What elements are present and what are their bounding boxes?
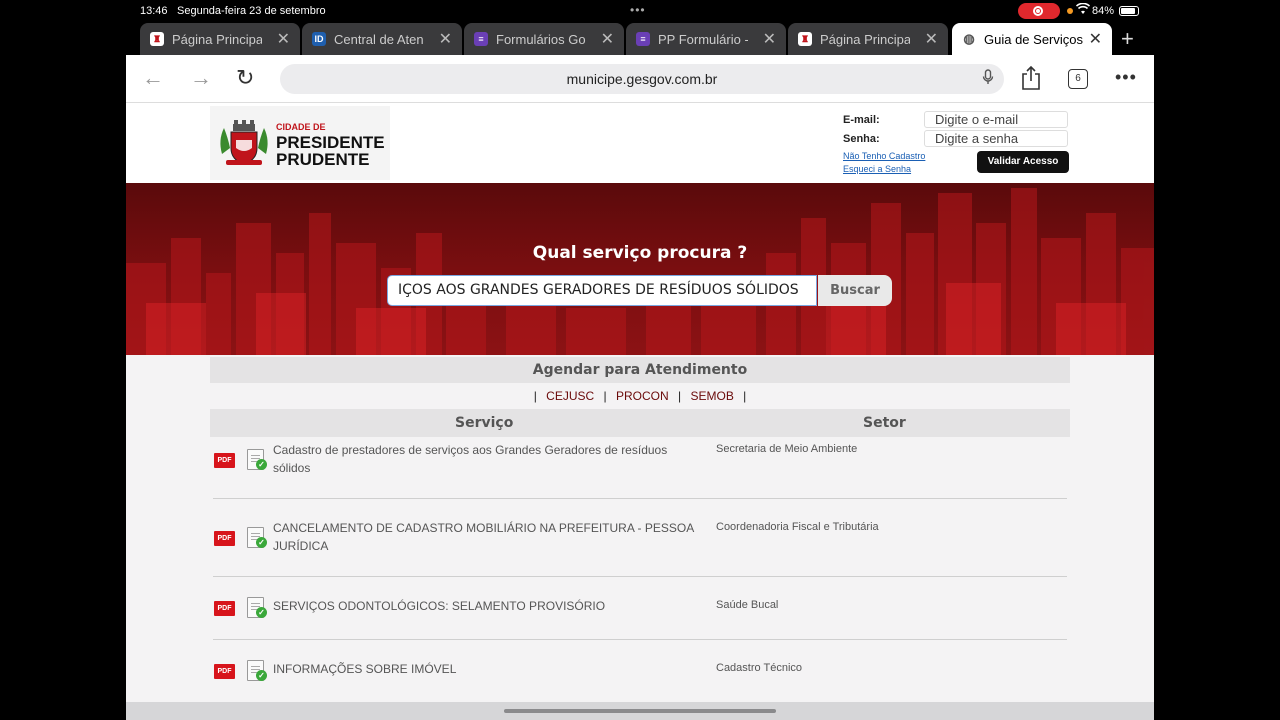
wifi-icon [1075, 2, 1091, 18]
tab-overview-icon[interactable]: 6 [1068, 69, 1088, 89]
forgot-password-link[interactable]: Esqueci a Senha [843, 164, 911, 174]
address-bar[interactable]: municipe.gesgov.com.br [280, 64, 1004, 94]
service-search-input[interactable]: IÇOS AOS GRANDES GERADORES DE RESÍDUOS S… [387, 275, 817, 306]
table-row[interactable]: PDF ✓ Cadastro de prestadores de serviço… [210, 441, 1070, 491]
reload-icon[interactable]: ↻ [236, 65, 254, 91]
tab-formularios-google[interactable]: ≡ Formulários Goog ✕ [464, 23, 624, 55]
check-icon: ✓ [256, 459, 267, 470]
forms-icon: ≡ [474, 32, 488, 46]
address-toolbar: ← → ↻ municipe.gesgov.com.br 6 ••• [126, 55, 1154, 103]
password-field[interactable]: Digite a senha [924, 130, 1068, 147]
column-header-setor: Setor [863, 415, 906, 431]
url-text: municipe.gesgov.com.br [566, 71, 718, 87]
service-sector: Coordenadoria Fiscal e Tributária [716, 521, 879, 533]
link-procon[interactable]: PROCON [616, 389, 669, 403]
pdf-icon[interactable]: PDF [214, 453, 235, 468]
service-sector: Secretaria de Meio Ambiente [716, 443, 858, 455]
close-icon[interactable]: ✕ [925, 29, 938, 49]
service-name[interactable]: CANCELAMENTO DE CADASTRO MOBILIÁRIO NA P… [273, 519, 703, 555]
status-bar: 13:46 Segunda-feira 23 de setembro ••• 8… [126, 0, 1154, 22]
schedule-links: | CEJUSC | PROCON | SEMOB | [533, 389, 747, 403]
tab-label: Guia de Serviços [984, 32, 1083, 47]
tab-label: Central de Atendi [334, 32, 424, 47]
microphone-icon[interactable] [982, 69, 994, 88]
city-logo[interactable]: CIDADE DE PRESIDENTE PRUDENTE [210, 106, 390, 180]
link-semob[interactable]: SEMOB [690, 389, 733, 403]
mic-indicator-icon [1067, 8, 1073, 14]
check-icon: ✓ [256, 670, 267, 681]
search-button[interactable]: Buscar [818, 275, 892, 306]
battery-percent: 84% [1092, 5, 1115, 17]
check-icon: ✓ [256, 537, 267, 548]
tab-label: Formulários Goog [496, 32, 586, 47]
browser-screen: 13:46 Segunda-feira 23 de setembro ••• 8… [126, 0, 1154, 720]
logo-line-2: PRESIDENTE [276, 133, 385, 152]
status-date: Segunda-feira 23 de setembro [177, 5, 326, 17]
site-crest-icon: ♜ [798, 32, 812, 46]
row-divider [213, 576, 1067, 577]
logo-line-1: CIDADE DE [276, 122, 326, 132]
share-icon[interactable] [1020, 65, 1042, 91]
tab-pagina-principal-2[interactable]: ♜ Página Principal - ✕ [788, 23, 948, 55]
pdf-icon[interactable]: PDF [214, 664, 235, 679]
check-icon: ✓ [256, 607, 267, 618]
id-icon: ID [312, 32, 326, 46]
tab-central-atendimento[interactable]: ID Central de Atendi ✕ [302, 23, 462, 55]
status-time: 13:46 [140, 5, 168, 17]
tab-label: Página Principal - [172, 32, 262, 47]
schedule-heading: Agendar para Atendimento [210, 357, 1070, 383]
pdf-icon[interactable]: PDF [214, 531, 235, 546]
link-cejusc[interactable]: CEJUSC [546, 389, 594, 403]
email-field[interactable]: Digite o e-mail [924, 111, 1068, 128]
tab-pp-formulario[interactable]: ≡ PP Formulário - C ✕ [626, 23, 786, 55]
more-icon[interactable]: ••• [1115, 67, 1137, 88]
close-icon[interactable]: ✕ [439, 29, 452, 49]
back-arrow-icon[interactable]: ← [142, 65, 164, 91]
service-name[interactable]: Cadastro de prestadores de serviços aos … [273, 441, 703, 477]
logo-line-3: PRUDENTE [276, 150, 370, 169]
close-icon[interactable]: ✕ [277, 29, 290, 49]
email-label: E-mail: [843, 114, 880, 126]
home-indicator[interactable] [504, 709, 776, 713]
screen-record-icon[interactable] [1018, 3, 1060, 19]
close-icon[interactable]: ✕ [1089, 29, 1102, 49]
site-header: CIDADE DE PRESIDENTE PRUDENTE E-mail: Di… [126, 104, 1154, 183]
forward-arrow-icon[interactable]: → [190, 65, 212, 91]
service-sector: Saúde Bucal [716, 599, 779, 611]
table-row[interactable]: PDF ✓ CANCELAMENTO DE CADASTRO MOBILIÁRI… [210, 519, 1070, 569]
register-link[interactable]: Não Tenho Cadastro [843, 151, 925, 161]
service-name[interactable]: SERVIÇOS ODONTOLÓGICOS: SELAMENTO PROVIS… [273, 597, 703, 615]
tab-pagina-principal-1[interactable]: ♜ Página Principal - ✕ [140, 23, 300, 55]
city-crest-icon [220, 120, 268, 165]
battery-icon [1119, 6, 1139, 16]
row-divider [213, 639, 1067, 640]
close-icon[interactable]: ✕ [601, 29, 614, 49]
bottom-bar [126, 702, 1154, 720]
senha-label: Senha: [843, 133, 880, 145]
table-row[interactable]: PDF ✓ INFORMAÇÕES SOBRE IMÓVEL Cadastro … [210, 660, 1070, 690]
services-content: Agendar para Atendimento | CEJUSC | PROC… [126, 355, 1154, 702]
services-table-header: Serviço Setor [210, 409, 1070, 437]
city-skyline-image [126, 188, 1154, 355]
search-question-title: Qual serviço procura ? [532, 243, 748, 263]
table-row[interactable]: PDF ✓ SERVIÇOS ODONTOLÓGICOS: SELAMENTO … [210, 597, 1070, 627]
multitask-dots-icon[interactable]: ••• [630, 3, 646, 17]
row-divider [213, 498, 1067, 499]
site-crest-icon: ♜ [150, 32, 164, 46]
service-name[interactable]: INFORMAÇÕES SOBRE IMÓVEL [273, 660, 703, 678]
globe-icon: ◍ [962, 31, 976, 46]
search-hero: Qual serviço procura ? IÇOS AOS GRANDES … [126, 183, 1154, 355]
new-tab-icon[interactable]: + [1121, 26, 1134, 52]
service-sector: Cadastro Técnico [716, 662, 803, 674]
tab-label: PP Formulário - C [658, 32, 748, 47]
tab-label: Página Principal - [820, 32, 910, 47]
tab-bar: ♜ Página Principal - ✕ ID Central de Ate… [126, 22, 1154, 55]
column-header-servico: Serviço [455, 415, 514, 431]
close-icon[interactable]: ✕ [763, 29, 776, 49]
tab-guia-servicos[interactable]: ◍ Guia de Serviços ✕ [952, 23, 1112, 55]
forms-icon: ≡ [636, 32, 650, 46]
validate-access-button[interactable]: Validar Acesso [977, 151, 1069, 173]
pdf-icon[interactable]: PDF [214, 601, 235, 616]
